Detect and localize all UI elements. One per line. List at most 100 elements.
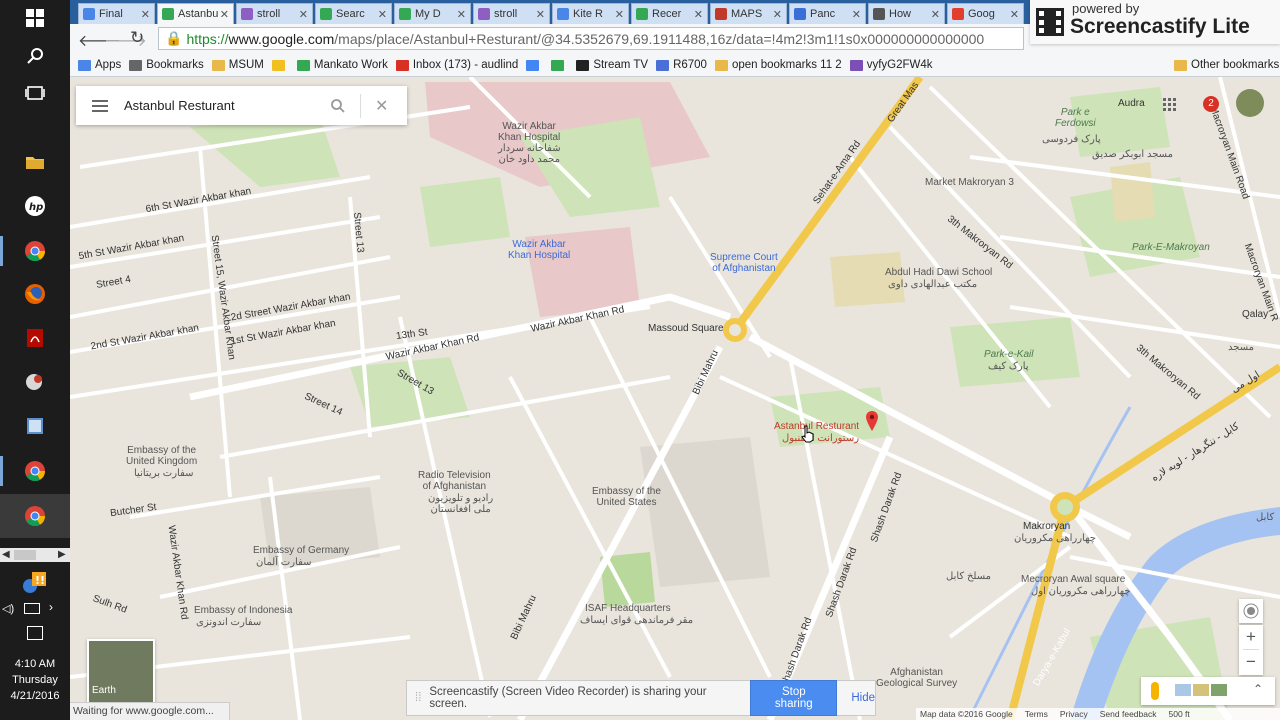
other-bookmarks-folder[interactable]: Other bookmarks — [1174, 59, 1279, 71]
photo-thumb[interactable] — [1193, 684, 1209, 696]
tab-close-icon[interactable]: ✕ — [220, 8, 229, 21]
bookmark-item[interactable] — [551, 59, 568, 71]
bookmark-item[interactable] — [526, 59, 543, 71]
place-label[interactable]: Embassy of the United Kingdom — [126, 445, 197, 467]
firefox-taskbar-button[interactable] — [21, 280, 49, 308]
browser-tab[interactable]: My D ✕ — [394, 3, 471, 24]
tab-close-icon[interactable]: ✕ — [1010, 8, 1019, 21]
place-label[interactable]: Supreme Court of Afghanistan — [710, 252, 778, 274]
place-label[interactable]: Massoud Square — [648, 323, 724, 334]
location-pin-icon[interactable] — [866, 411, 878, 434]
bookmark-item[interactable]: Stream TV — [576, 59, 648, 71]
earth-toggle[interactable]: Earth — [87, 639, 155, 705]
taskbar-scrollbar[interactable]: ◀ ▶ — [0, 548, 70, 562]
place-label[interactable]: Embassy of the United States — [592, 486, 661, 508]
browser-tab[interactable]: Final ✕ — [78, 3, 155, 24]
photo-thumb[interactable] — [1175, 684, 1191, 696]
expand-up-icon[interactable]: ⌃ — [1253, 682, 1263, 696]
place-label[interactable]: Wazir Akbar Khan Hospital — [498, 121, 560, 143]
search-input[interactable] — [122, 97, 322, 114]
action-center-icon[interactable] — [27, 626, 43, 640]
notification-tray-icon[interactable]: !! — [22, 572, 46, 594]
drag-handle-icon[interactable]: ⁞⁞ — [415, 692, 421, 704]
browser-tab[interactable]: Panc ✕ — [789, 3, 866, 24]
search-button[interactable] — [21, 42, 49, 70]
place-label[interactable]: Mecroryan Awal square — [1021, 574, 1125, 585]
map-canvas[interactable]: 6th St Wazir Akbar khan 5th St Wazir Akb… — [70, 77, 1280, 720]
browser-tab[interactable]: Recer ✕ — [631, 3, 708, 24]
pegman-icon[interactable] — [1151, 682, 1159, 700]
tab-close-icon[interactable]: ✕ — [931, 8, 940, 21]
photos-taskbar-button[interactable] — [21, 412, 49, 440]
address-bar[interactable]: 🔒 https://www.google.com/maps/place/Asta… — [158, 27, 1024, 50]
chrome-taskbar-button[interactable] — [21, 237, 49, 265]
browser-tab[interactable]: Astanbu ✕ — [157, 3, 234, 24]
bookmark-item[interactable]: R6700 — [656, 59, 707, 71]
place-label[interactable]: Abdul Hadi Dawi School — [885, 267, 992, 278]
place-label[interactable]: Park-e-Kail — [984, 349, 1033, 360]
start-button[interactable] — [21, 4, 49, 32]
tab-close-icon[interactable]: ✕ — [773, 8, 782, 21]
place-label[interactable]: Makroryan — [1023, 521, 1070, 532]
browser-tab[interactable]: Goog ✕ — [947, 3, 1024, 24]
tab-close-icon[interactable]: ✕ — [615, 8, 624, 21]
volume-icon[interactable]: ◁) — [2, 602, 14, 615]
bookmark-item[interactable] — [271, 59, 289, 71]
chevron-right-icon[interactable]: › — [49, 600, 53, 614]
close-icon[interactable]: ✕ — [375, 96, 388, 116]
search-icon[interactable] — [330, 98, 346, 114]
zoom-in-button[interactable]: + — [1239, 625, 1263, 649]
hide-button[interactable]: Hide — [851, 692, 875, 704]
file-explorer-button[interactable] — [21, 148, 49, 176]
my-location-button[interactable] — [1239, 599, 1263, 623]
photo-thumb[interactable] — [1211, 684, 1227, 696]
chrome-3-taskbar-button[interactable] — [21, 502, 49, 530]
scroll-right-icon[interactable]: ▶ — [58, 549, 66, 560]
bookmark-item[interactable]: open bookmarks 11 2 — [714, 59, 842, 71]
chrome-2-taskbar-button[interactable] — [21, 457, 49, 485]
apps-grid-icon[interactable] — [1163, 98, 1177, 112]
stop-sharing-button[interactable]: Stop sharing — [750, 680, 838, 716]
bookmark-item[interactable]: vyfyG2FW4k — [849, 59, 933, 71]
tab-close-icon[interactable]: ✕ — [141, 8, 150, 21]
terms-link[interactable]: Terms — [1025, 709, 1048, 719]
place-label[interactable]: ISAF Headquarters — [585, 603, 671, 614]
menu-hamburger-icon[interactable] — [92, 97, 108, 115]
bookmark-item[interactable]: MSUM — [211, 59, 264, 71]
acrobat-taskbar-button[interactable] — [21, 324, 49, 352]
place-label[interactable]: Park e Ferdowsi — [1055, 107, 1096, 129]
avatar[interactable] — [1236, 89, 1264, 117]
send-feedback-link[interactable]: Send feedback — [1100, 709, 1157, 719]
browser-tab[interactable]: stroll ✕ — [236, 3, 313, 24]
browser-tab[interactable]: stroll ✕ — [473, 3, 550, 24]
place-label[interactable]: Afghanistan Geological Survey — [876, 667, 957, 689]
bookmark-item[interactable]: Mankato Work — [296, 59, 388, 71]
privacy-link[interactable]: Privacy — [1060, 709, 1088, 719]
scale-bar[interactable]: 500 ft — [1168, 709, 1189, 719]
battery-icon[interactable] — [24, 603, 40, 614]
task-view-button[interactable] — [21, 79, 49, 107]
tab-close-icon[interactable]: ✕ — [536, 8, 545, 21]
place-label[interactable]: Wazir Akbar Khan Hospital — [508, 239, 570, 261]
browser-tab[interactable]: Kite R ✕ — [552, 3, 629, 24]
place-label[interactable]: Park-E-Makroyan — [1132, 242, 1210, 253]
hp-app-button[interactable]: hp — [21, 192, 49, 220]
reload-button[interactable]: ↻ — [130, 28, 144, 48]
tab-close-icon[interactable]: ✕ — [299, 8, 308, 21]
zoom-out-button[interactable]: − — [1239, 650, 1263, 674]
bookmark-item[interactable]: Apps — [78, 59, 121, 71]
scroll-left-icon[interactable]: ◀ — [2, 549, 10, 560]
tab-close-icon[interactable]: ✕ — [852, 8, 861, 21]
place-label[interactable]: Market Makroryan 3 — [925, 177, 1014, 188]
place-label[interactable]: مسجد ابوبکر صدیق — [1092, 149, 1173, 160]
tab-close-icon[interactable]: ✕ — [694, 8, 703, 21]
selected-place-label[interactable]: Astanbul Resturant — [774, 421, 859, 432]
bookmark-item[interactable]: Bookmarks — [129, 59, 204, 71]
notifications-badge[interactable]: 2 — [1203, 96, 1219, 112]
place-label[interactable]: Embassy of Indonesia — [194, 605, 292, 616]
bookmark-item[interactable]: Inbox (173) - audlind — [395, 59, 518, 71]
browser-tab[interactable]: How ✕ — [868, 3, 945, 24]
system-clock[interactable]: 4:10 AM Thursday 4/21/2016 — [0, 656, 70, 704]
place-label[interactable]: Embassy of Germany — [253, 545, 349, 556]
browser-tab[interactable]: MAPS ✕ — [710, 3, 787, 24]
